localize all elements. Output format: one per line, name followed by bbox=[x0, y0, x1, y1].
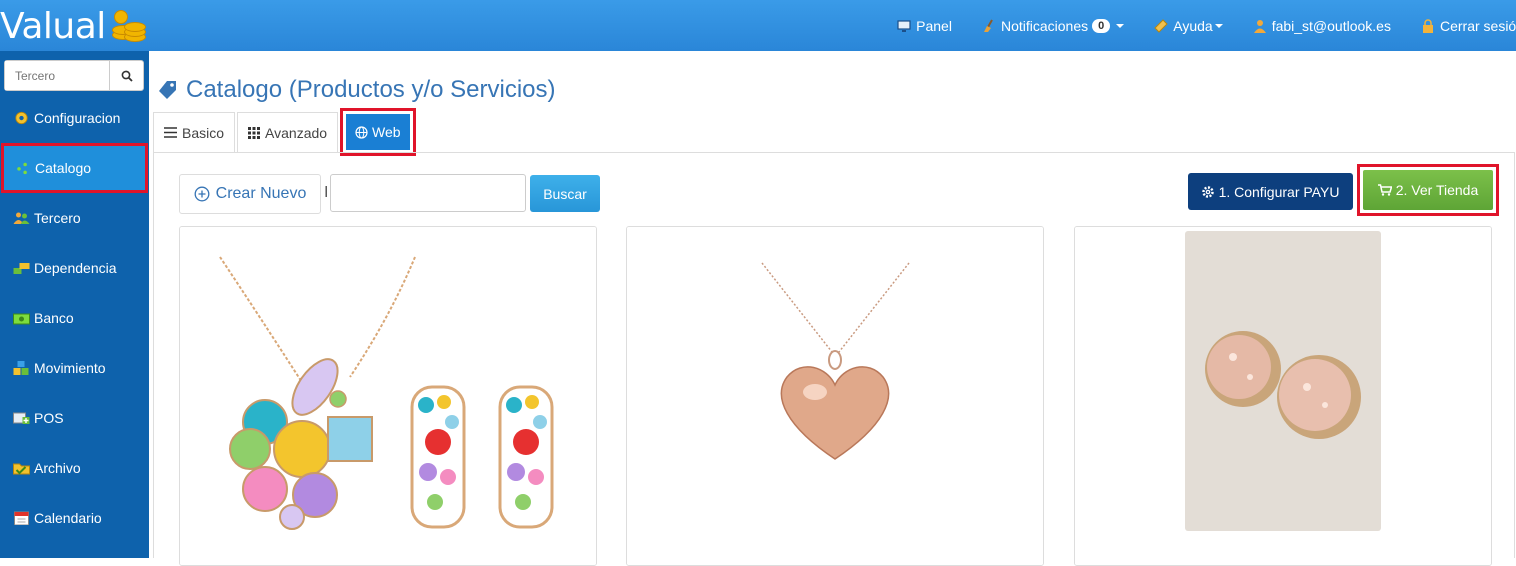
nav-help-label: Ayuda bbox=[1173, 17, 1213, 34]
boxes-icon bbox=[13, 361, 29, 375]
tab-web-highlight: Web bbox=[340, 108, 416, 156]
tab-label: Avanzado bbox=[265, 124, 328, 141]
view-store-button[interactable]: 2. Ver Tienda bbox=[1363, 170, 1493, 210]
sidebar-item-pos[interactable]: POS bbox=[0, 393, 149, 443]
chevron-down-icon bbox=[1116, 23, 1125, 28]
coins-logo-icon bbox=[108, 6, 148, 46]
logo-text: Valual bbox=[0, 5, 106, 47]
lock-icon bbox=[1422, 18, 1433, 33]
sidebar-item-label: Tercero bbox=[34, 210, 81, 226]
calendar-icon bbox=[14, 511, 29, 525]
gear-icon bbox=[15, 111, 28, 125]
blocks-icon bbox=[13, 263, 30, 274]
sidebar-item-label: POS bbox=[34, 410, 64, 426]
product-card[interactable] bbox=[626, 226, 1044, 566]
sidebar-item-archivo[interactable]: Archivo bbox=[0, 443, 149, 493]
product-card[interactable] bbox=[1074, 226, 1492, 566]
page-title: Catalogo (Productos y/o Servicios) bbox=[157, 76, 556, 104]
globe-icon bbox=[355, 125, 368, 139]
tab-bar: Basico Avanzado Web bbox=[153, 108, 416, 156]
nav-user-label: fabi_st@outlook.es bbox=[1271, 17, 1391, 34]
sidebar-item-calendario[interactable]: Calendario bbox=[0, 493, 149, 543]
sidebar-item-tercero[interactable]: Tercero bbox=[0, 193, 149, 243]
sidebar-item-label: Dependencia bbox=[34, 260, 117, 276]
sidebar-item-label: Configuracion bbox=[34, 110, 121, 126]
search-button[interactable]: Buscar bbox=[530, 175, 600, 212]
monitor-icon bbox=[897, 19, 911, 32]
gear-icon bbox=[1201, 185, 1214, 198]
sidebar-item-label: Calendario bbox=[34, 510, 102, 526]
nav-logout-label: Cerrar sesión bbox=[1439, 17, 1516, 34]
configure-payu-button[interactable]: 1. Configurar PAYU bbox=[1188, 173, 1353, 210]
product-card[interactable] bbox=[179, 226, 597, 566]
cart-icon bbox=[1377, 184, 1392, 196]
sidebar-item-label: Catalogo bbox=[35, 160, 92, 176]
sidebar-item-label: Banco bbox=[34, 310, 74, 326]
app-logo[interactable]: Valual bbox=[0, 5, 148, 47]
sidebar-item-catalogo[interactable]: Catalogo bbox=[1, 143, 148, 193]
top-navbar: Valual Panel Notificaciones 0 Ayuda fabi… bbox=[0, 0, 1516, 51]
nav-help[interactable]: Ayuda bbox=[1154, 17, 1223, 34]
page-title-text: Catalogo (Productos y/o Servicios) bbox=[186, 76, 556, 103]
bank-icon bbox=[13, 313, 30, 325]
sidebar: Configuracion Catalogo Tercero Dependenc… bbox=[0, 51, 149, 558]
sidebar-item-label: Movimiento bbox=[34, 360, 106, 376]
separator: I bbox=[324, 184, 329, 201]
sidebar-item-configuracion[interactable]: Configuracion bbox=[0, 93, 149, 143]
tab-label: Basico bbox=[182, 124, 225, 141]
nav-logout[interactable]: Cerrar sesión bbox=[1421, 18, 1516, 34]
nav-notifications-label: Notificaciones bbox=[1000, 17, 1089, 34]
main-content: Catalogo (Productos y/o Servicios) Basic… bbox=[149, 51, 1516, 566]
ticket-icon bbox=[1154, 18, 1168, 33]
tab-label: Web bbox=[372, 124, 401, 140]
top-nav-links: Panel Notificaciones 0 Ayuda fabi_st@out… bbox=[867, 0, 1516, 51]
sidebar-search-input[interactable] bbox=[5, 61, 110, 90]
sidebar-search-button[interactable] bbox=[110, 61, 143, 90]
broom-icon bbox=[983, 19, 993, 32]
view-store-highlight: 2. Ver Tienda bbox=[1357, 164, 1499, 216]
folder-icon bbox=[13, 463, 30, 475]
people-icon bbox=[13, 212, 30, 224]
dots-icon bbox=[17, 162, 27, 175]
sidebar-item-movimiento[interactable]: Movimiento bbox=[0, 343, 149, 393]
web-panel: Crear Nuevo I Buscar 1. Configurar PAYU … bbox=[153, 152, 1515, 566]
search-icon bbox=[121, 70, 133, 82]
necklace-earrings-image bbox=[180, 227, 596, 565]
list-icon bbox=[164, 127, 177, 138]
nav-panel-label: Panel bbox=[916, 17, 952, 34]
sidebar-search bbox=[4, 60, 144, 91]
catalog-search-input[interactable] bbox=[330, 174, 526, 212]
tag-icon bbox=[159, 81, 176, 99]
pos-icon bbox=[13, 412, 30, 424]
user-icon bbox=[1253, 19, 1266, 33]
nav-user[interactable]: fabi_st@outlook.es bbox=[1253, 18, 1391, 34]
notifications-badge: 0 bbox=[1092, 18, 1111, 33]
create-new-label: Crear Nuevo bbox=[215, 185, 307, 202]
nav-panel[interactable]: Panel bbox=[897, 18, 952, 34]
sidebar-item-label: Archivo bbox=[34, 460, 81, 476]
sidebar-item-banco[interactable]: Banco bbox=[0, 293, 149, 343]
plus-circle-icon bbox=[194, 186, 210, 202]
create-new-button[interactable]: Crear Nuevo bbox=[179, 174, 321, 214]
sidebar-item-dependencia[interactable]: Dependencia bbox=[0, 243, 149, 293]
nav-notifications[interactable]: Notificaciones 0 bbox=[982, 17, 1125, 34]
chevron-down-icon bbox=[1214, 23, 1223, 28]
druzy-earrings-image bbox=[1075, 227, 1491, 565]
grid-icon bbox=[248, 126, 261, 139]
configure-payu-label: 1. Configurar PAYU bbox=[1218, 183, 1340, 200]
tab-basico[interactable]: Basico bbox=[153, 112, 236, 152]
heart-pendant-image bbox=[627, 227, 1043, 565]
tab-web[interactable]: Web bbox=[346, 114, 410, 150]
tab-avanzado[interactable]: Avanzado bbox=[237, 112, 339, 152]
view-store-label: 2. Ver Tienda bbox=[1395, 182, 1479, 198]
